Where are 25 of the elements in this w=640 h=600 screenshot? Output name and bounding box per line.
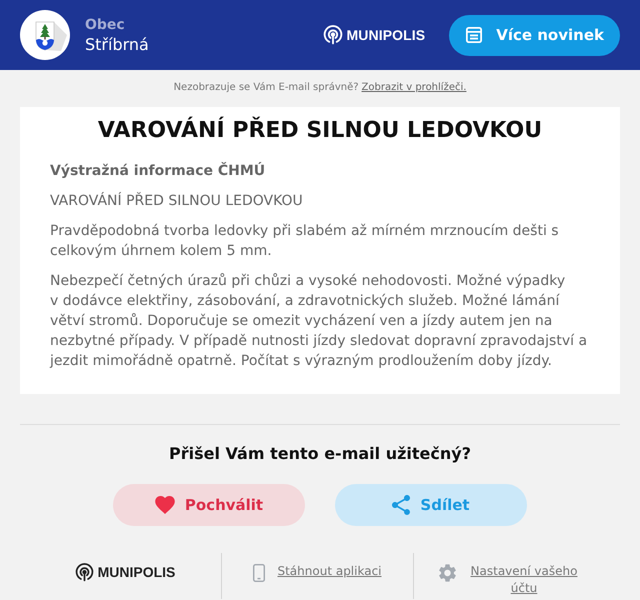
source-heading: Výstražná informace ČHMÚ [50, 161, 266, 181]
brand-logo-text: MUNIPOLIS [346, 27, 426, 43]
download-app-link[interactable]: Stáhnout aplikaci [277, 563, 382, 580]
feedback-question: Přišel Vám tento e-mail užitečný? [169, 444, 471, 464]
praise-button[interactable]: Pochválit [113, 484, 305, 526]
notice-text: Nezobrazuje se Vám E-mail správně? [174, 81, 359, 95]
share-button[interactable]: Sdílet [335, 484, 527, 526]
municipality-name: Stříbrná [85, 34, 149, 54]
coat-of-arms-logo [20, 10, 70, 60]
municipality-label: Obec [85, 16, 126, 34]
settings-icon[interactable] [439, 564, 456, 582]
brand-logo-text: MUNIPOLIS [98, 564, 176, 580]
article-paragraph: Nebezpečí četných úrazů při chůzi a vysoké nehodovosti. Možné výpadky v dodávce elektřiny, zásobování, a zdravotnických služeb. Možné lámání větví stromů. Doporučuje se omezit vycházení ven a jízdy autem jen na nezbytné případy. V případě nutnosti jízdy sledovat dopravní zpravodajství a jezdit mimořádně opatrně. Počítat s výrazným prodloužením doby jízdy. [50, 272, 588, 371]
share-icon [392, 495, 410, 515]
phone-icon[interactable] [253, 564, 266, 582]
heart-icon [154, 496, 175, 514]
more-news-button[interactable]: Více novinek [449, 14, 620, 56]
account-settings-link[interactable]: Nastavení vašeho účtu [468, 563, 580, 597]
broadcast-icon [322, 25, 343, 45]
view-in-browser-link[interactable]: Zobrazit v prohlížeči. [362, 81, 466, 95]
window-icon [466, 27, 482, 43]
broadcast-icon [74, 562, 94, 582]
article-paragraph: Pravděpodobná tvorba ledovky při slabém až mírném mrznoucím dešti s celkovým úhrnem kolem 5 mm. [50, 222, 560, 261]
article-paragraph: VAROVÁNÍ PŘED SILNOU LEDOVKOU [50, 191, 304, 211]
article-title: VAROVÁNÍ PŘED SILNOU LEDOVKOU [96, 118, 544, 144]
